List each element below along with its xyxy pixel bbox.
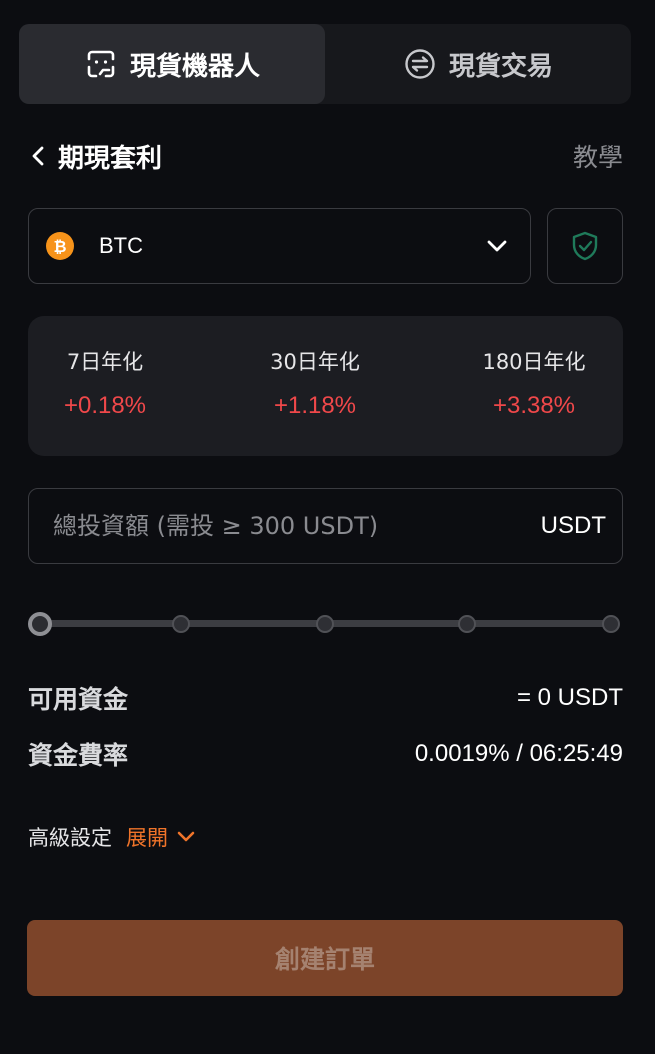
amount-unit: USDT bbox=[540, 512, 606, 539]
bot-icon bbox=[87, 50, 115, 78]
available-balance-value: = 0 USDT bbox=[516, 684, 623, 711]
slider-thumb[interactable] bbox=[28, 612, 52, 636]
stat-180d-label: 180日年化 bbox=[482, 350, 586, 374]
stat-30d-label: 30日年化 bbox=[270, 350, 360, 374]
page-header: 期現套利 教學 bbox=[28, 134, 623, 178]
stat-7d-label: 7日年化 bbox=[66, 350, 144, 374]
amount-slider[interactable] bbox=[28, 612, 623, 636]
back-button[interactable]: 期現套利 bbox=[28, 138, 162, 175]
chevron-left-icon bbox=[32, 146, 44, 166]
create-order-button[interactable]: 創建訂單 bbox=[27, 920, 623, 996]
advanced-settings-label: 高級設定 bbox=[28, 826, 112, 850]
stat-7d: 7日年化 +0.18% bbox=[58, 346, 152, 420]
shield-check-icon bbox=[572, 231, 598, 261]
available-balance-row: 可用資金 = 0 USDT bbox=[28, 680, 623, 716]
coin-symbol: BTC bbox=[99, 233, 143, 258]
tab-spot-bot[interactable]: 現貨機器人 bbox=[19, 24, 325, 104]
funding-rate-value: 0.0019% / 06:25:49 bbox=[414, 740, 623, 767]
chevron-down-icon bbox=[487, 240, 507, 252]
slider-stop-25[interactable] bbox=[172, 615, 190, 633]
advanced-toggle-label: 展開 bbox=[126, 826, 168, 850]
tab-spot-bot-label: 現貨機器人 bbox=[129, 51, 260, 82]
advanced-settings: 高級設定 展開 bbox=[28, 822, 196, 852]
coin-select[interactable]: ₿ BTC bbox=[28, 208, 531, 284]
amount-input[interactable] bbox=[53, 512, 541, 540]
funding-rate-row: 資金費率 0.0019% / 06:25:49 bbox=[28, 736, 623, 772]
stat-30d: 30日年化 +1.18% bbox=[260, 346, 370, 420]
stat-180d: 180日年化 +3.38% bbox=[472, 346, 596, 420]
tab-spot-trade[interactable]: 現貨交易 bbox=[325, 24, 631, 104]
yield-stats-card: 7日年化 +0.18% 30日年化 +1.18% 180日年化 +3.38% bbox=[28, 316, 623, 456]
available-balance-label: 可用資金 bbox=[28, 685, 129, 714]
slider-stop-75[interactable] bbox=[458, 615, 476, 633]
bitcoin-icon: ₿ bbox=[46, 232, 74, 260]
swap-icon bbox=[405, 49, 435, 79]
tab-spot-trade-label: 現貨交易 bbox=[448, 51, 553, 82]
insurance-button[interactable] bbox=[547, 208, 623, 284]
stat-180d-value: +3.38% bbox=[492, 392, 576, 419]
mode-tabs: 現貨機器人 現貨交易 bbox=[19, 24, 631, 104]
amount-field: USDT bbox=[28, 488, 623, 564]
stat-30d-value: +1.18% bbox=[273, 392, 357, 419]
svg-text:₿: ₿ bbox=[53, 237, 66, 256]
advanced-settings-toggle[interactable]: 展開 bbox=[126, 822, 196, 852]
tutorial-link[interactable]: 教學 bbox=[573, 138, 623, 174]
stat-7d-value: +0.18% bbox=[63, 392, 147, 419]
funding-rate-label: 資金費率 bbox=[28, 741, 129, 770]
slider-stop-100[interactable] bbox=[602, 615, 620, 633]
page-title: 期現套利 bbox=[58, 143, 163, 174]
slider-stop-50[interactable] bbox=[316, 615, 334, 633]
chevron-down-icon bbox=[177, 831, 195, 842]
